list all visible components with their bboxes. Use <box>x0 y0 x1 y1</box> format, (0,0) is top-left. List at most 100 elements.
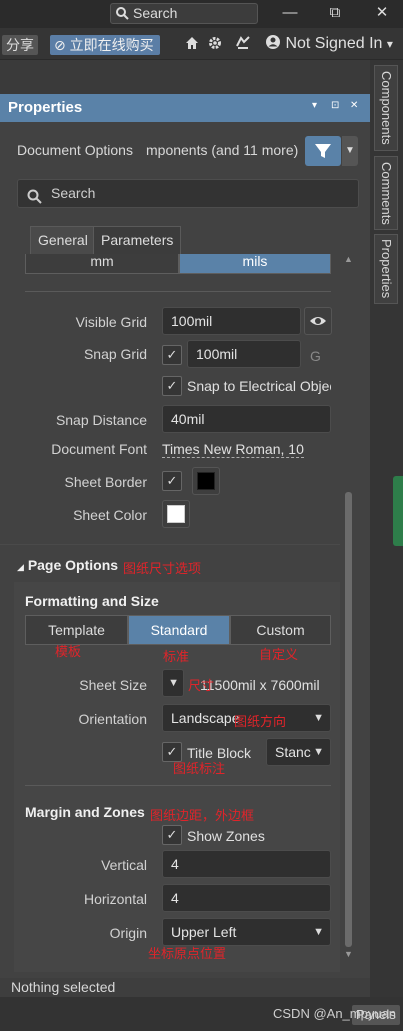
eye-icon <box>305 317 331 337</box>
page-options-header[interactable]: ◢ Page Options <box>17 557 118 573</box>
title-block-dropdown[interactable]: Stanc ▼ <box>266 738 331 766</box>
filter-summary: mponents (and 11 more) <box>146 142 299 158</box>
horizontal-label: Horizontal <box>83 891 147 907</box>
sheet-border-label: Sheet Border <box>64 474 148 490</box>
origin-dropdown[interactable]: Upper Left ▼ <box>162 918 331 946</box>
mode-template-note: 模板 <box>55 645 82 660</box>
side-indicator <box>393 476 403 546</box>
show-zones-checkbox[interactable]: ✓ <box>162 825 182 845</box>
origin-note: 坐标原点位置 <box>148 947 227 962</box>
search-icon <box>116 6 129 25</box>
origin-label: Origin <box>109 925 147 941</box>
title-block-note: 图纸标注 <box>173 762 226 777</box>
tab-comments[interactable]: Comments <box>374 156 398 230</box>
vertical-label: Vertical <box>101 857 147 873</box>
scroll-thumb[interactable] <box>345 492 352 947</box>
filter-button[interactable] <box>305 136 341 166</box>
panel-menu-icon[interactable]: ▾ <box>312 100 317 111</box>
chevron-down-icon: ▾ <box>386 37 393 51</box>
mode-standard-note: 标准 <box>163 650 190 665</box>
vertical-zones-field[interactable]: 4 <box>162 850 331 878</box>
sheet-size-value: 11500mil x 7600mil <box>200 677 320 693</box>
mode-custom-button[interactable]: Custom <box>230 615 331 645</box>
signin-label: Not Signed In <box>285 35 383 52</box>
formatting-size-title: Formatting and Size <box>25 593 159 609</box>
document-options-label: Document Options <box>17 142 133 158</box>
chevron-down-icon: ▼ <box>345 145 355 156</box>
sheet-size-label: Sheet Size <box>79 677 147 693</box>
document-font-link[interactable]: Times New Roman, 10 <box>162 441 304 458</box>
gear-icon[interactable] <box>208 36 222 53</box>
properties-search-input[interactable]: Search <box>17 179 359 208</box>
chevron-down-icon: ▼ <box>313 712 324 724</box>
visibility-toggle-button[interactable] <box>304 307 332 335</box>
snap-distance-field[interactable]: 40mil <box>162 405 331 433</box>
close-window-button[interactable]: ✕ <box>367 2 397 24</box>
snap-electrical-checkbox[interactable]: ✓ <box>162 376 182 396</box>
snap-grid-label: Snap Grid <box>83 346 147 362</box>
margin-zones-note: 图纸边距，外边框 <box>150 809 255 824</box>
status-bar: Nothing selected <box>0 978 370 997</box>
scroll-up-icon[interactable]: ▲ <box>344 254 353 264</box>
visible-grid-field[interactable]: 100mil <box>162 307 301 335</box>
title-block-value: Stanc <box>275 744 311 760</box>
document-font-label: Document Font <box>51 441 147 457</box>
home-icon[interactable] <box>185 36 199 53</box>
sheet-border-color-swatch <box>197 472 215 490</box>
snap-grid-field[interactable]: 100mil <box>187 340 301 368</box>
buy-online-label: 立即在线购买 <box>69 37 154 53</box>
chevron-down-icon: ▼ <box>313 746 324 758</box>
panel-title: Properties <box>8 99 83 116</box>
search-icon <box>27 186 42 213</box>
global-search[interactable]: Search <box>110 3 258 24</box>
sheet-border-color-button[interactable] <box>192 467 220 495</box>
title-bar: Search — ⧉ ✕ <box>0 0 403 28</box>
margin-zones-title: Margin and Zones <box>25 804 145 820</box>
tab-components[interactable]: Components <box>374 65 398 151</box>
sheet-border-checkbox[interactable]: ✓ <box>162 471 182 491</box>
notifications-icon[interactable] <box>235 36 251 53</box>
sheet-size-dropdown[interactable]: ▼ <box>162 669 184 697</box>
divider <box>25 785 331 786</box>
tab-general[interactable]: General <box>30 226 96 254</box>
page-options-title: Page Options <box>27 557 119 573</box>
tab-parameters[interactable]: Parameters <box>93 226 182 254</box>
global-search-label: Search <box>133 5 178 21</box>
properties-content: mm mils Visible Grid 100mil Snap Grid ✓ … <box>0 254 370 972</box>
orientation-label: Orientation <box>78 711 147 727</box>
sheet-size-note: 尺寸 <box>188 679 215 694</box>
units-mm-button[interactable]: mm <box>25 254 179 274</box>
close-panel-icon[interactable]: ✕ <box>350 100 358 111</box>
restore-button[interactable]: ⧉ <box>320 2 350 24</box>
toolbar: 分享 ⊘ 立即在线购买 Not Signed In ▾ <box>0 28 403 60</box>
mode-custom-note: 自定义 <box>259 648 299 663</box>
show-zones-label: Show Zones <box>187 828 265 844</box>
snap-grid-checkbox[interactable]: ✓ <box>162 345 182 365</box>
tab-properties[interactable]: Properties <box>374 234 398 304</box>
buy-online-button[interactable]: ⊘ 立即在线购买 <box>50 35 160 55</box>
minimize-button[interactable]: — <box>275 2 305 24</box>
orientation-value: Landscape <box>171 710 240 726</box>
orientation-note: 图纸方向 <box>234 715 287 730</box>
filter-dropdown-button[interactable]: ▼ <box>342 136 358 166</box>
filter-icon <box>305 144 341 169</box>
chevron-down-icon: ▼ <box>168 677 179 689</box>
chevron-down-icon: ▼ <box>313 926 324 938</box>
sheet-color-swatch <box>167 505 185 523</box>
page-options-note: 图纸尺寸选项 <box>123 562 202 577</box>
horizontal-zones-field[interactable]: 4 <box>162 884 331 912</box>
share-button[interactable]: 分享 <box>2 35 38 55</box>
pin-icon[interactable]: ⊡ <box>331 100 339 111</box>
origin-value: Upper Left <box>171 924 237 940</box>
snap-grid-shortcut: G <box>310 348 321 364</box>
sheet-color-button[interactable] <box>162 500 190 528</box>
account-menu[interactable]: Not Signed In ▾ <box>265 34 393 53</box>
units-mils-button[interactable]: mils <box>179 254 331 274</box>
link-icon: ⊘ <box>54 37 66 53</box>
scroll-down-icon[interactable]: ▼ <box>344 949 353 959</box>
content-scrollbar[interactable]: ▲ ▼ <box>342 254 354 960</box>
search-placeholder: Search <box>51 185 96 201</box>
divider <box>25 291 331 292</box>
collapse-triangle-icon: ◢ <box>17 562 24 572</box>
mode-standard-button[interactable]: Standard <box>128 615 230 645</box>
